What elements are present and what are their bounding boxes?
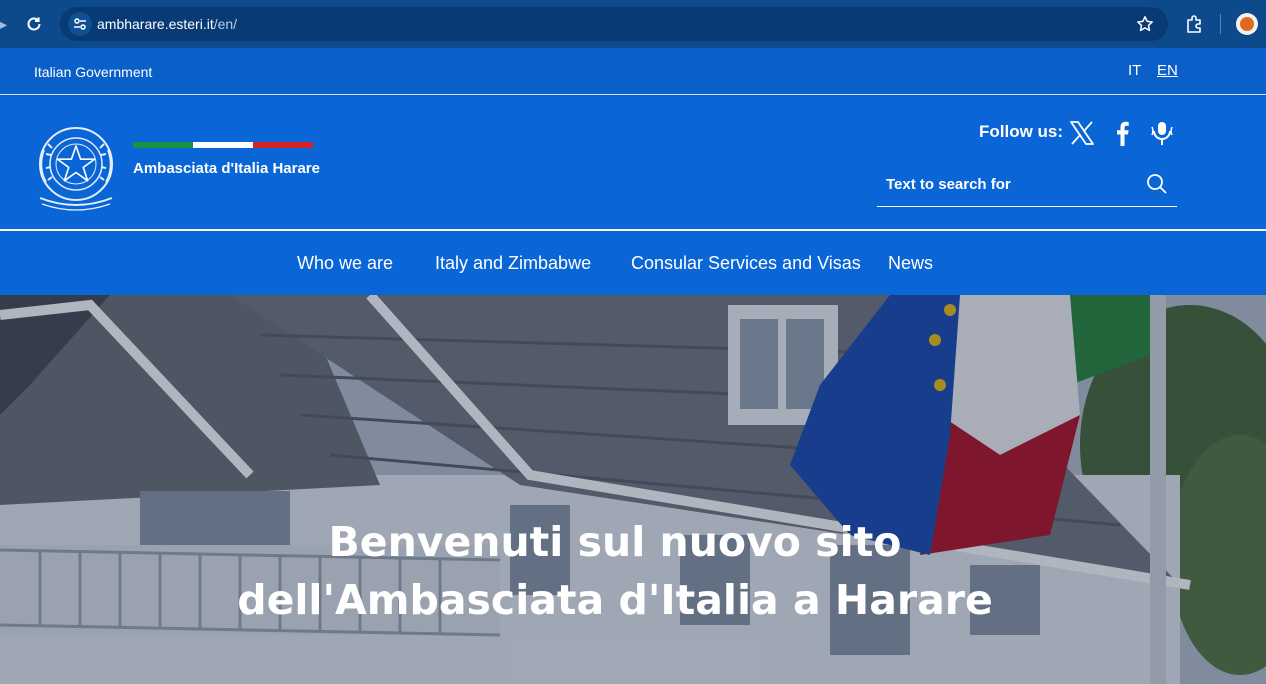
profile-avatar[interactable] (1236, 13, 1258, 35)
italian-government-link[interactable]: Italian Government (34, 64, 152, 80)
follow-us-label: Follow us: (979, 122, 1064, 141)
flag-red (253, 142, 313, 148)
reload-icon[interactable] (22, 12, 46, 36)
url-text: ambharare.esteri.it/en/ (97, 16, 237, 32)
facebook-icon[interactable] (1108, 118, 1136, 148)
toolbar-divider (1220, 14, 1221, 34)
site-settings-icon[interactable] (68, 12, 92, 36)
extensions-icon[interactable] (1182, 12, 1206, 36)
language-it-link[interactable]: IT (1128, 62, 1141, 79)
hero-banner: Benvenuti sul nuovo sito dell'Ambasciata… (0, 295, 1266, 684)
flag-green (133, 142, 193, 148)
hero-title-line1: Benvenuti sul nuovo sito (328, 518, 902, 566)
search-input[interactable] (877, 172, 1127, 196)
bookmark-star-icon[interactable] (1134, 13, 1156, 35)
url-path: /en/ (213, 16, 238, 32)
hero-title: Benvenuti sul nuovo sito dell'Ambasciata… (0, 513, 1230, 629)
back-arrow-icon[interactable]: ▸ (0, 16, 8, 32)
url-host: ambharare.esteri.it (97, 16, 214, 32)
address-bar[interactable]: ambharare.esteri.it/en/ (60, 7, 1168, 41)
search-icon[interactable] (1145, 172, 1169, 196)
x-icon[interactable] (1068, 118, 1096, 148)
site-header: Ambasciata d'Italia Harare Follow us: (0, 96, 1266, 230)
browser-toolbar: ▸ ambharare.esteri.it/en/ (0, 0, 1266, 48)
republic-emblem-icon[interactable] (34, 120, 118, 214)
hero-title-line2: dell'Ambasciata d'Italia a Harare (237, 576, 993, 624)
site-title-link[interactable]: Ambasciata d'Italia Harare (133, 160, 320, 177)
language-en-link[interactable]: EN (1157, 62, 1178, 79)
search-form (877, 166, 1177, 207)
nav-item-italy-and-zimbabwe[interactable]: Italy and Zimbabwe (435, 253, 591, 274)
podcast-icon[interactable] (1148, 118, 1176, 148)
flag-white (193, 142, 253, 148)
nav-item-who-we-are[interactable]: Who we are (297, 253, 393, 274)
government-bar: Italian Government IT EN (0, 48, 1266, 95)
italian-flag-strip (133, 142, 313, 148)
nav-item-news[interactable]: News (888, 253, 933, 274)
main-navigation: Who we are Italy and Zimbabwe Consular S… (0, 229, 1266, 295)
avatar-icon (1240, 17, 1254, 31)
nav-item-consular-services[interactable]: Consular Services and Visas (631, 253, 861, 274)
